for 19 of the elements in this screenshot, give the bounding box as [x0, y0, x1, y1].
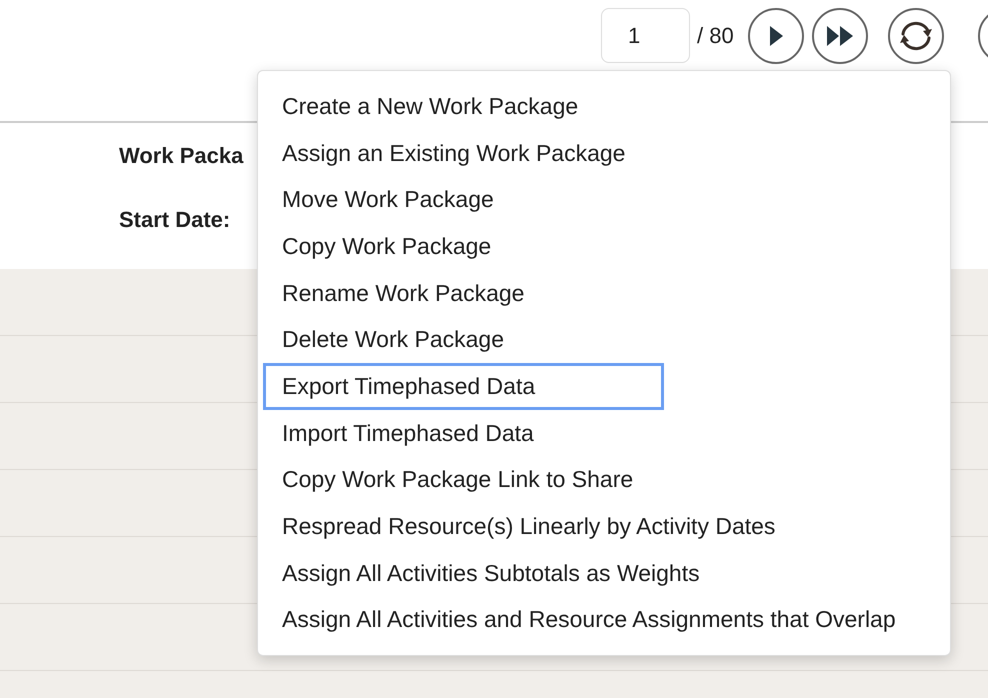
menu-item[interactable]: Import Timephased Data — [263, 410, 664, 456]
page-total: / 80 — [697, 23, 734, 49]
menu-item[interactable]: Create a New Work Package — [263, 83, 664, 130]
menu-item[interactable]: Copy Work Package Link to Share — [263, 456, 664, 504]
field-label: Work Packa — [119, 143, 244, 169]
refresh-icon — [898, 20, 934, 52]
play-icon — [768, 25, 784, 47]
menu-item[interactable]: Assign All Activities Subtotals as Weights — [263, 550, 707, 597]
menu-item[interactable]: Assign All Activities and Resource Assignments that Overlap — [263, 596, 903, 644]
menu-item[interactable]: Export Timephased Data — [263, 363, 664, 410]
menu-item[interactable]: Respread Resource(s) Linearly by Activity Dates — [263, 503, 782, 550]
field-label: Start Date: — [119, 207, 230, 233]
menu-item[interactable]: Copy Work Package — [263, 223, 664, 270]
fast-forward-icon — [826, 25, 854, 47]
menu-item[interactable]: Rename Work Package — [263, 270, 664, 316]
menu-item[interactable]: Delete Work Package — [263, 316, 664, 364]
menu-item[interactable]: Assign an Existing Work Package — [263, 130, 664, 176]
menu-item[interactable]: Move Work Package — [263, 176, 664, 224]
page-number-field[interactable]: 1 — [601, 8, 690, 63]
